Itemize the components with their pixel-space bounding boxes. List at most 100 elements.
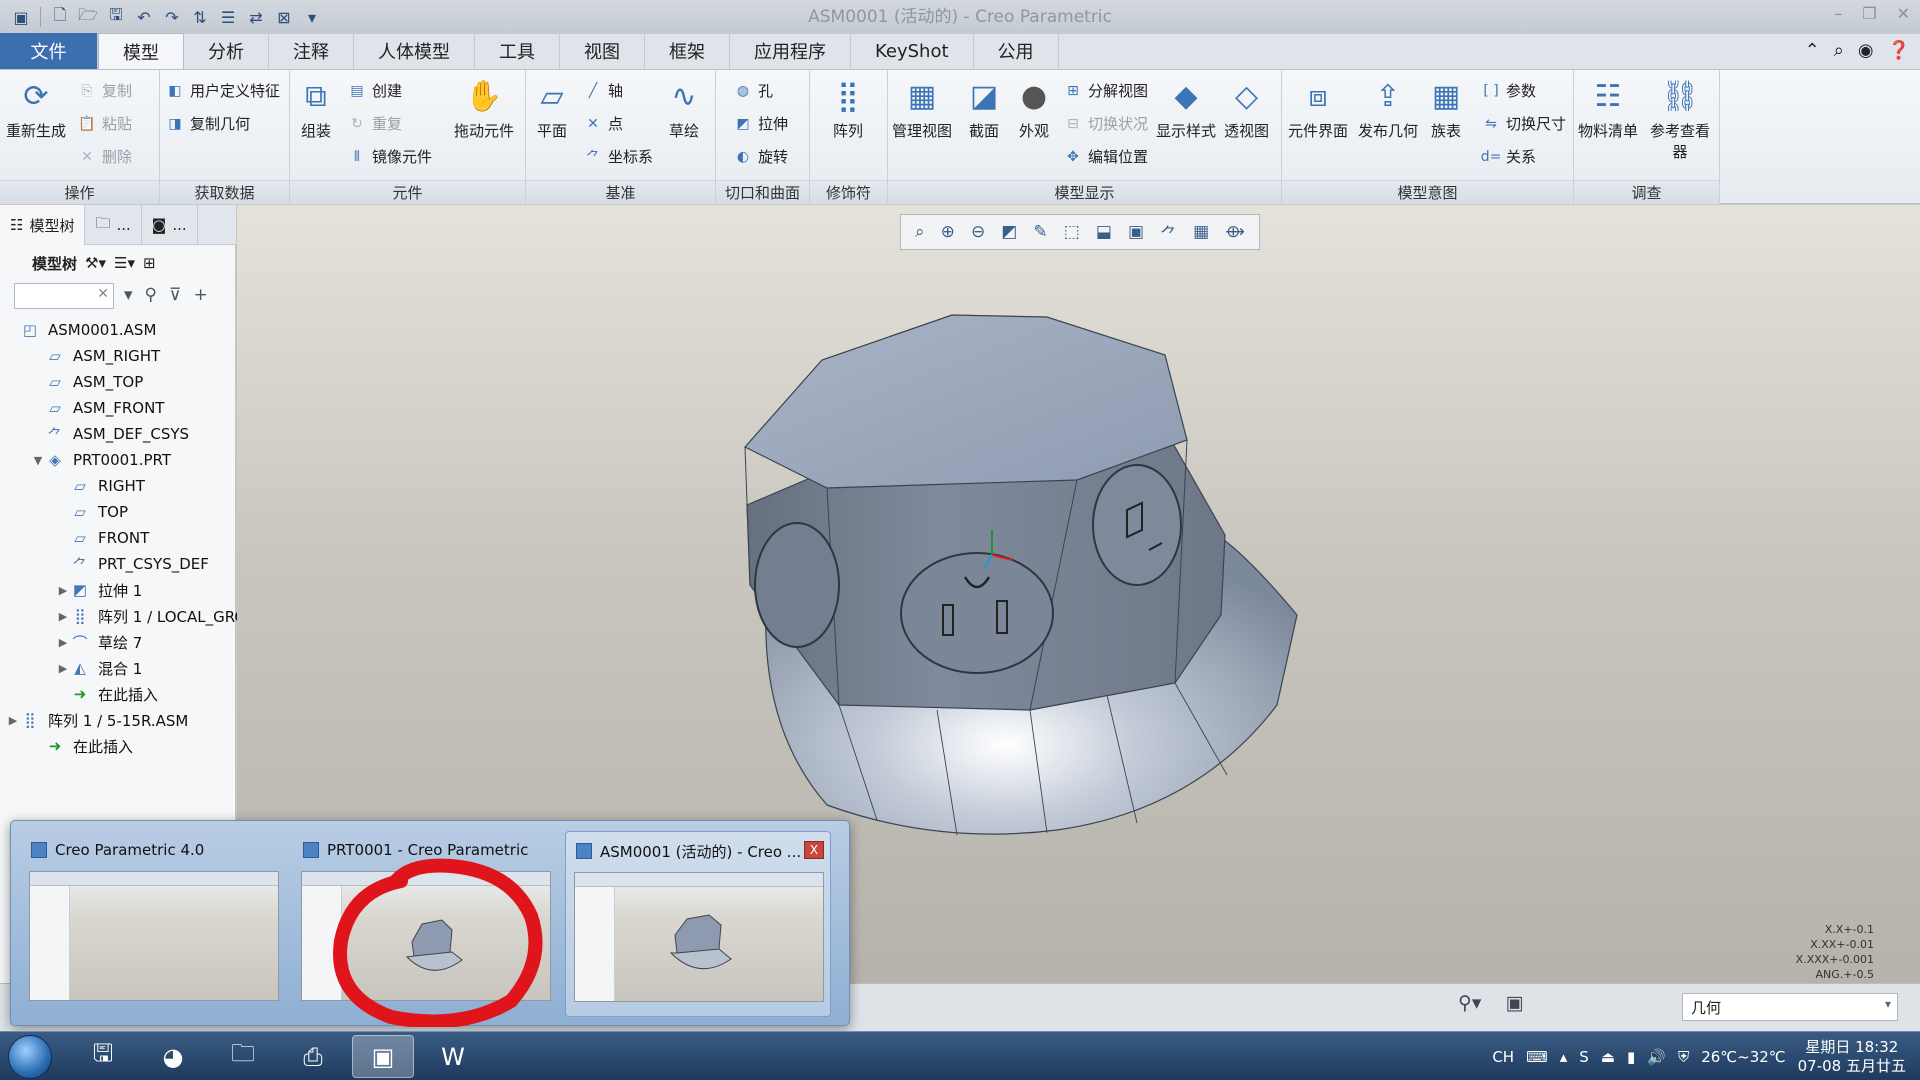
tree-item[interactable]: ▶ ◭ 混合 1 — [56, 655, 143, 681]
clear-search-icon[interactable]: ✕ — [97, 286, 109, 302]
regenerate-icon[interactable]: ⇅ — [189, 6, 211, 28]
group-label-investigate[interactable]: 调查 — [1574, 180, 1719, 204]
group-label-get-data[interactable]: 获取数据 — [160, 180, 289, 204]
bom-button[interactable]: ☷ 物料清单 — [1578, 76, 1638, 141]
tab-analysis[interactable]: 分析 — [184, 33, 269, 69]
tree-item[interactable]: ⺈ ASM_DEF_CSYS — [31, 421, 189, 447]
tab-common[interactable]: 公用 — [974, 33, 1059, 69]
add-icon[interactable]: + — [193, 285, 207, 305]
tab-model[interactable]: 模型 — [98, 33, 184, 69]
input-language[interactable]: CH — [1492, 1048, 1514, 1066]
thumbnail-asm0001[interactable]: ASM0001 (活动的) - Creo ... X — [565, 831, 831, 1017]
tab-view[interactable]: 视图 — [560, 33, 645, 69]
restore-icon[interactable]: ❐ — [1862, 4, 1876, 23]
edit-position-button[interactable]: ✥ 编辑位置 — [1064, 146, 1148, 167]
weather-text[interactable]: 26℃~32℃ — [1701, 1048, 1785, 1066]
view-manager-dialog-icon[interactable]: ▣ — [1128, 222, 1144, 242]
app-icon[interactable]: ▣ — [10, 6, 32, 28]
reference-viewer-button[interactable]: ⛓ 参考查看器 — [1648, 76, 1712, 162]
tree-item[interactable]: ➜ 在此插入 — [56, 681, 158, 707]
volume-icon[interactable]: 🔊 — [1647, 1048, 1666, 1066]
regenerate-button[interactable]: ⟳ 重新生成 — [6, 76, 66, 141]
tab-tools[interactable]: 工具 — [475, 33, 560, 69]
help-icon[interactable]: ❓ — [1888, 40, 1910, 61]
create-button[interactable]: ▤ 创建 — [348, 80, 402, 101]
search-icon[interactable]: ⌕ — [1834, 40, 1844, 61]
tree-columns-icon[interactable]: ⊞ — [143, 254, 156, 272]
tree-item[interactable]: ➜ 在此插入 — [31, 733, 133, 759]
spin-center-icon[interactable]: ⟴ — [1225, 222, 1245, 242]
tab-annotate[interactable]: 注释 — [269, 33, 354, 69]
show-hidden-icon[interactable]: ▴ — [1560, 1048, 1568, 1066]
tab-folder-browser[interactable]: 🗀... — [85, 205, 142, 245]
point-button[interactable]: ✕ 点 — [584, 113, 623, 134]
show-icon[interactable]: ☰▾ — [114, 254, 135, 272]
sketch-button[interactable]: ∿ 草绘 — [664, 76, 704, 141]
thumbnail-creo-4[interactable]: Creo Parametric 4.0 — [21, 831, 287, 1017]
new-file-icon[interactable]: 🗋 — [49, 5, 71, 28]
annotation-display-icon[interactable]: ▦ — [1193, 222, 1209, 242]
repaint-icon[interactable]: ◩ — [1001, 222, 1017, 242]
chevron-right-icon[interactable]: ▶ — [6, 714, 20, 727]
close-window-icon[interactable]: ⊠ — [273, 6, 295, 28]
tab-framework[interactable]: 框架 — [645, 33, 730, 69]
open-folder-icon[interactable]: 🗁 — [77, 5, 99, 28]
tree-item[interactable]: ▱ RIGHT — [56, 473, 145, 499]
component-interface-button[interactable]: ⧈ 元件界面 — [1288, 76, 1348, 141]
plane-button[interactable]: ▱ 平面 — [532, 76, 572, 141]
tab-keyshot[interactable]: KeyShot — [851, 33, 974, 69]
dropdown-icon[interactable]: ▾ — [124, 285, 133, 305]
axis-button[interactable]: ╱ 轴 — [584, 80, 623, 101]
switch-window-icon[interactable]: ⇄ — [245, 6, 267, 28]
taskbar-browser-app[interactable]: ◕ — [142, 1035, 204, 1078]
chevron-right-icon[interactable]: ▶ — [56, 610, 70, 623]
tab-file[interactable]: 文件 — [0, 33, 98, 69]
zoom-in-icon[interactable]: ⊕ — [941, 222, 955, 242]
section-button[interactable]: ◪ 截面 — [964, 76, 1004, 141]
tree-item[interactable]: ▱ TOP — [56, 499, 128, 525]
group-label-model-display[interactable]: 模型显示 — [888, 180, 1281, 204]
settings-icon[interactable]: ⚒▾ — [85, 254, 106, 272]
filter-icon[interactable]: ⊽ — [169, 285, 181, 305]
saved-orientations-icon[interactable]: ⬚ — [1064, 222, 1080, 242]
tree-item[interactable]: ▶ ⌒ 草绘 7 — [56, 629, 143, 655]
undo-icon[interactable]: ↶ — [133, 6, 155, 28]
publish-geometry-button[interactable]: ⇪ 发布几何 — [1358, 76, 1418, 141]
tree-item[interactable]: ▶ ⣿ 阵列 1 / LOCAL_GRC — [56, 603, 245, 629]
udf-button[interactable]: ◧ 用户定义特征 — [166, 80, 280, 101]
tree-item[interactable]: ▱ ASM_FRONT — [31, 395, 164, 421]
drag-component-button[interactable]: ✋ 拖动元件 — [454, 76, 514, 141]
group-label-model-intent[interactable]: 模型意图 — [1282, 180, 1573, 204]
tree-item[interactable]: ▼ ◈ PRT0001.PRT — [31, 447, 171, 473]
tree-item[interactable]: ▱ ASM_TOP — [31, 369, 143, 395]
selection-filter-select[interactable]: 几何 ▾ — [1682, 993, 1898, 1021]
assemble-button[interactable]: ⧉ 组装 — [296, 76, 336, 141]
tree-item[interactable]: ▶ ⣿ 阵列 1 / 5-15R.ASM — [6, 707, 189, 733]
refit-icon[interactable]: ⌕ — [915, 222, 925, 242]
collapse-ribbon-icon[interactable]: ⌃ — [1805, 40, 1820, 61]
clock[interactable]: 星期日 18:32 07-08 五月廿五 — [1798, 1038, 1906, 1076]
group-label-component[interactable]: 元件 — [290, 180, 525, 204]
tree-item[interactable]: ▱ FRONT — [56, 525, 149, 551]
explode-view-button[interactable]: ⊞ 分解视图 — [1064, 80, 1148, 101]
tab-manikin[interactable]: 人体模型 — [354, 33, 475, 69]
chevron-right-icon[interactable]: ▶ — [56, 584, 70, 597]
chevron-down-icon[interactable]: ▼ — [31, 454, 45, 467]
display-style-icon[interactable]: ⬓ — [1096, 222, 1112, 242]
app-tray-icon[interactable]: S — [1579, 1048, 1589, 1066]
delete-button[interactable]: ✕ 删除 — [78, 146, 132, 167]
taskbar-creo-app[interactable]: ▣ — [352, 1035, 414, 1078]
close-icon[interactable]: ✕ — [1897, 4, 1910, 23]
group-label-datum[interactable]: 基准 — [526, 180, 715, 204]
tab-favorites[interactable]: ◙... — [142, 205, 198, 245]
find-icon[interactable]: ⚲▾ — [1458, 992, 1481, 1014]
tab-applications[interactable]: 应用程序 — [730, 33, 851, 69]
taskbar-save-app[interactable]: 🖫 — [72, 1035, 134, 1078]
hole-button[interactable]: ◍ 孔 — [734, 80, 773, 101]
datum-display-icon[interactable]: ⺈ — [1160, 220, 1177, 245]
tree-item[interactable]: ▶ ◩ 拉伸 1 — [56, 577, 143, 603]
group-label-modifier[interactable]: 修饰符 — [810, 180, 887, 204]
paste-button[interactable]: 📋 粘贴 — [78, 113, 132, 134]
thumbnail-close-button[interactable]: X — [804, 841, 824, 859]
group-label-operations[interactable]: 操作 — [0, 180, 159, 204]
